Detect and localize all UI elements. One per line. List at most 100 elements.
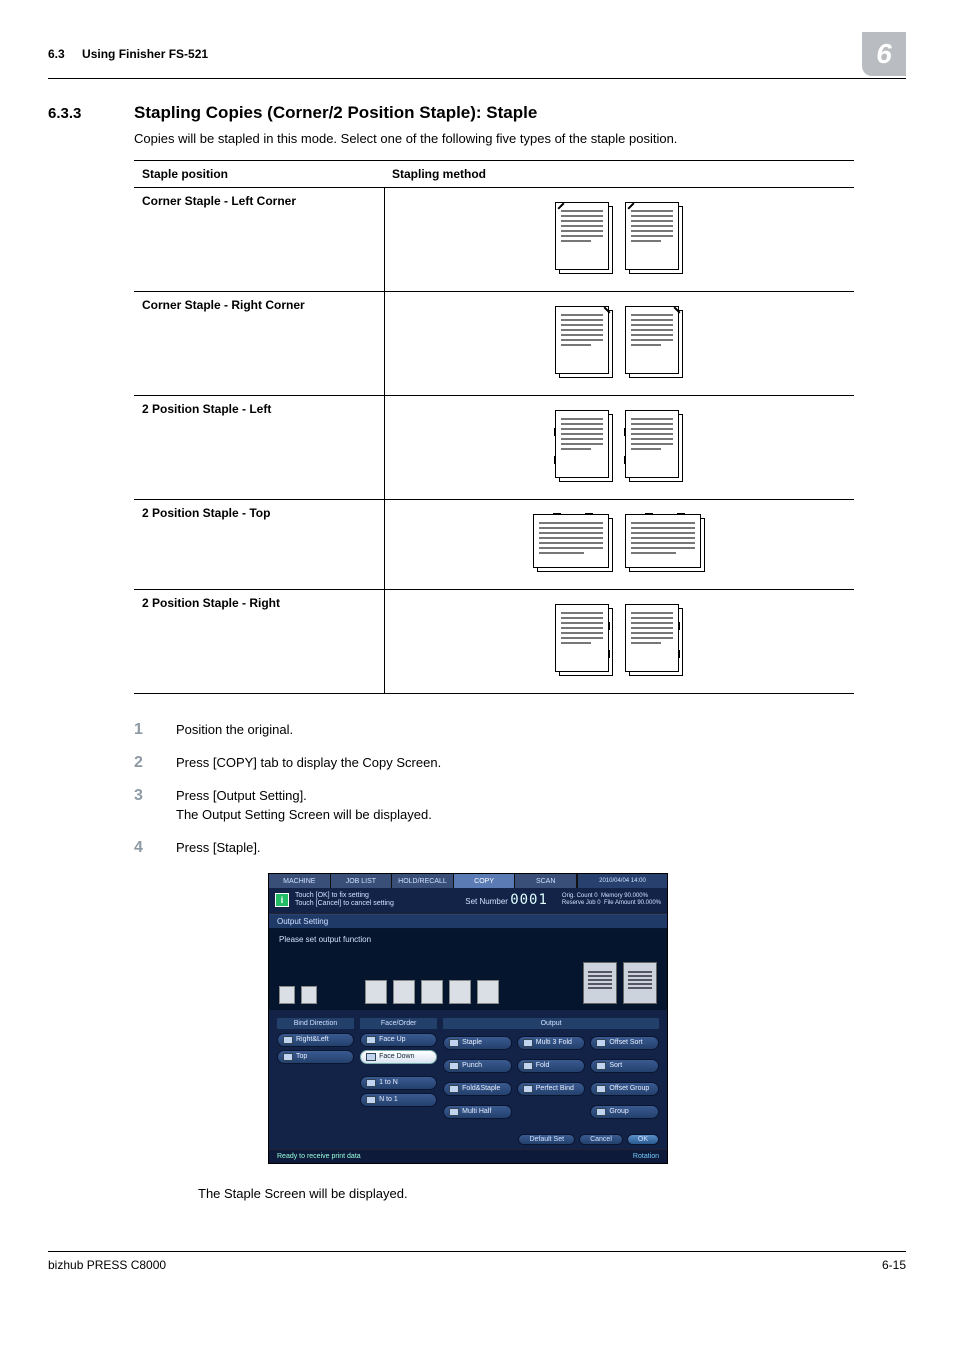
output-multi-half-button[interactable]: Multi Half xyxy=(443,1105,512,1119)
procedure-steps: 1 Position the original. 2 Press [COPY] tab… xyxy=(134,722,906,859)
preview-stack-icon xyxy=(623,962,657,1004)
info-line-1: Touch [OK] to fix setting xyxy=(295,892,459,900)
staple-method-illustration xyxy=(384,188,854,292)
face-down-button[interactable]: Face Down xyxy=(360,1050,437,1064)
staple-position-label: 2 Position Staple - Right xyxy=(134,590,384,694)
preview-icon xyxy=(279,986,295,1004)
order-1-to-n-button[interactable]: 1 to N xyxy=(360,1076,437,1090)
step-body: Press [Output Setting].The Output Settin… xyxy=(176,788,432,826)
doc-icon xyxy=(596,1062,606,1070)
output-staple-button[interactable]: Staple xyxy=(443,1036,512,1050)
staple-method-illustration xyxy=(384,590,854,694)
chapter-badge-number: 6 xyxy=(876,38,892,70)
doc-icon xyxy=(449,1062,459,1070)
table-header-method: Stapling method xyxy=(384,161,854,188)
screen-subheader: Output Setting xyxy=(269,914,667,929)
panel-bind-direction: Bind Direction Right&Left Top xyxy=(277,1018,354,1122)
doc-icon xyxy=(283,1036,293,1044)
screen-tabs: MACHINE JOB LIST HOLD/RECALL COPY SCAN 2… xyxy=(269,874,667,888)
step-number: 4 xyxy=(134,840,152,859)
ok-button[interactable]: OK xyxy=(627,1134,659,1145)
screen-preview-row xyxy=(279,948,657,1004)
face-up-button[interactable]: Face Up xyxy=(360,1033,437,1047)
doc-icon xyxy=(449,1039,459,1047)
screen-datetime: 2010/04/04 14:00 xyxy=(577,874,667,888)
doc-icon xyxy=(366,1036,376,1044)
preview-icon xyxy=(365,980,387,1004)
output-fold-staple-button[interactable]: Fold&Staple xyxy=(443,1082,512,1096)
output-fold-button[interactable]: Fold xyxy=(517,1059,586,1073)
preview-icon xyxy=(393,980,415,1004)
staple-method-illustration xyxy=(384,396,854,500)
after-screen-text: The Staple Screen will be displayed. xyxy=(198,1186,906,1201)
step-number: 3 xyxy=(134,788,152,826)
output-multi-3-fold-button[interactable]: Multi 3 Fold xyxy=(517,1036,586,1050)
doc-icon xyxy=(366,1053,376,1061)
table-row: 2 Position Staple - Left xyxy=(134,396,854,500)
set-number: Set Number 0001 xyxy=(465,892,548,908)
output-perfect-bind-button[interactable]: Perfect Bind xyxy=(517,1082,586,1096)
step-body: Press [Staple]. xyxy=(176,840,261,859)
panel-output: Output StapleMulti 3 FoldOffset SortPunc… xyxy=(443,1018,659,1122)
page-footer: bizhub PRESS C8000 6-15 xyxy=(48,1251,906,1272)
info-icon: i xyxy=(275,893,289,907)
step-text: Press [COPY] tab to display the Copy Scr… xyxy=(176,755,441,770)
tab-scan[interactable]: SCAN xyxy=(515,874,577,888)
info-line-2: Touch [Cancel] to cancel setting xyxy=(295,900,459,908)
order-n-to-1-button[interactable]: N to 1 xyxy=(360,1093,437,1107)
output-setting-screenshot: MACHINE JOB LIST HOLD/RECALL COPY SCAN 2… xyxy=(268,873,668,1164)
tab-hold-recall[interactable]: HOLD/RECALL xyxy=(392,874,454,888)
preview-icon xyxy=(301,986,317,1004)
bind-top-button[interactable]: Top xyxy=(277,1050,354,1064)
panel-title: Face/Order xyxy=(360,1018,437,1029)
page-header: 6.3 Using Finisher FS-521 6 xyxy=(48,32,906,79)
step-body: Position the original. xyxy=(176,722,293,741)
output-group-button[interactable]: Group xyxy=(590,1105,659,1119)
staple-method-illustration xyxy=(384,500,854,590)
section-heading: 6.3.3 Stapling Copies (Corner/2 Position… xyxy=(48,103,906,123)
tab-copy[interactable]: COPY xyxy=(454,874,516,888)
preview-icon xyxy=(477,980,499,1004)
bind-rightleft-button[interactable]: Right&Left xyxy=(277,1033,354,1047)
step-number: 1 xyxy=(134,722,152,741)
output-punch-button[interactable]: Punch xyxy=(443,1059,512,1073)
set-number-label: Set Number xyxy=(465,897,508,906)
table-row: 2 Position Staple - Right xyxy=(134,590,854,694)
screen-func-message: Please set output function xyxy=(279,935,657,944)
tab-machine[interactable]: MACHINE xyxy=(269,874,331,888)
tab-job-list[interactable]: JOB LIST xyxy=(331,874,393,888)
doc-icon xyxy=(596,1108,606,1116)
procedure-step: 3 Press [Output Setting].The Output Setti… xyxy=(134,788,906,826)
output-offset-group-button[interactable]: Offset Group xyxy=(590,1082,659,1096)
screen-status-bar: Ready to receive print data Rotation xyxy=(269,1149,667,1163)
info-text: Touch [OK] to fix setting Touch [Cancel]… xyxy=(295,892,459,909)
procedure-step: 1 Position the original. xyxy=(134,722,906,741)
rotation-indicator: Rotation xyxy=(633,1153,659,1160)
running-head-number: 6.3 xyxy=(48,47,65,61)
table-row: Corner Staple - Right Corner xyxy=(134,292,854,396)
output-offset-sort-button[interactable]: Offset Sort xyxy=(590,1036,659,1050)
table-row: Corner Staple - Left Corner xyxy=(134,188,854,292)
chapter-badge: 6 xyxy=(862,32,906,76)
screen-info-bar: i Touch [OK] to fix setting Touch [Cance… xyxy=(269,888,667,914)
step-number: 2 xyxy=(134,755,152,774)
doc-icon xyxy=(523,1062,533,1070)
step-text: Press [Output Setting]. xyxy=(176,788,432,803)
preview-stack-icon xyxy=(583,962,617,1004)
step-text: Press [Staple]. xyxy=(176,840,261,855)
running-head: 6.3 Using Finisher FS-521 xyxy=(48,47,208,61)
default-set-button[interactable]: Default Set xyxy=(518,1134,575,1145)
cancel-button[interactable]: Cancel xyxy=(579,1134,623,1145)
doc-icon xyxy=(596,1039,606,1047)
doc-icon xyxy=(523,1039,533,1047)
table-header-position: Staple position xyxy=(134,161,384,188)
doc-icon xyxy=(449,1085,459,1093)
table-row: 2 Position Staple - Top xyxy=(134,500,854,590)
ready-status: Ready to receive print data xyxy=(277,1153,361,1160)
staple-position-label: 2 Position Staple - Top xyxy=(134,500,384,590)
running-head-title: Using Finisher FS-521 xyxy=(82,47,208,61)
staple-position-table: Staple position Stapling method Corner S… xyxy=(134,160,854,694)
output-sort-button[interactable]: Sort xyxy=(590,1059,659,1073)
step-body: Press [COPY] tab to display the Copy Scr… xyxy=(176,755,441,774)
panel-title: Bind Direction xyxy=(277,1018,354,1029)
